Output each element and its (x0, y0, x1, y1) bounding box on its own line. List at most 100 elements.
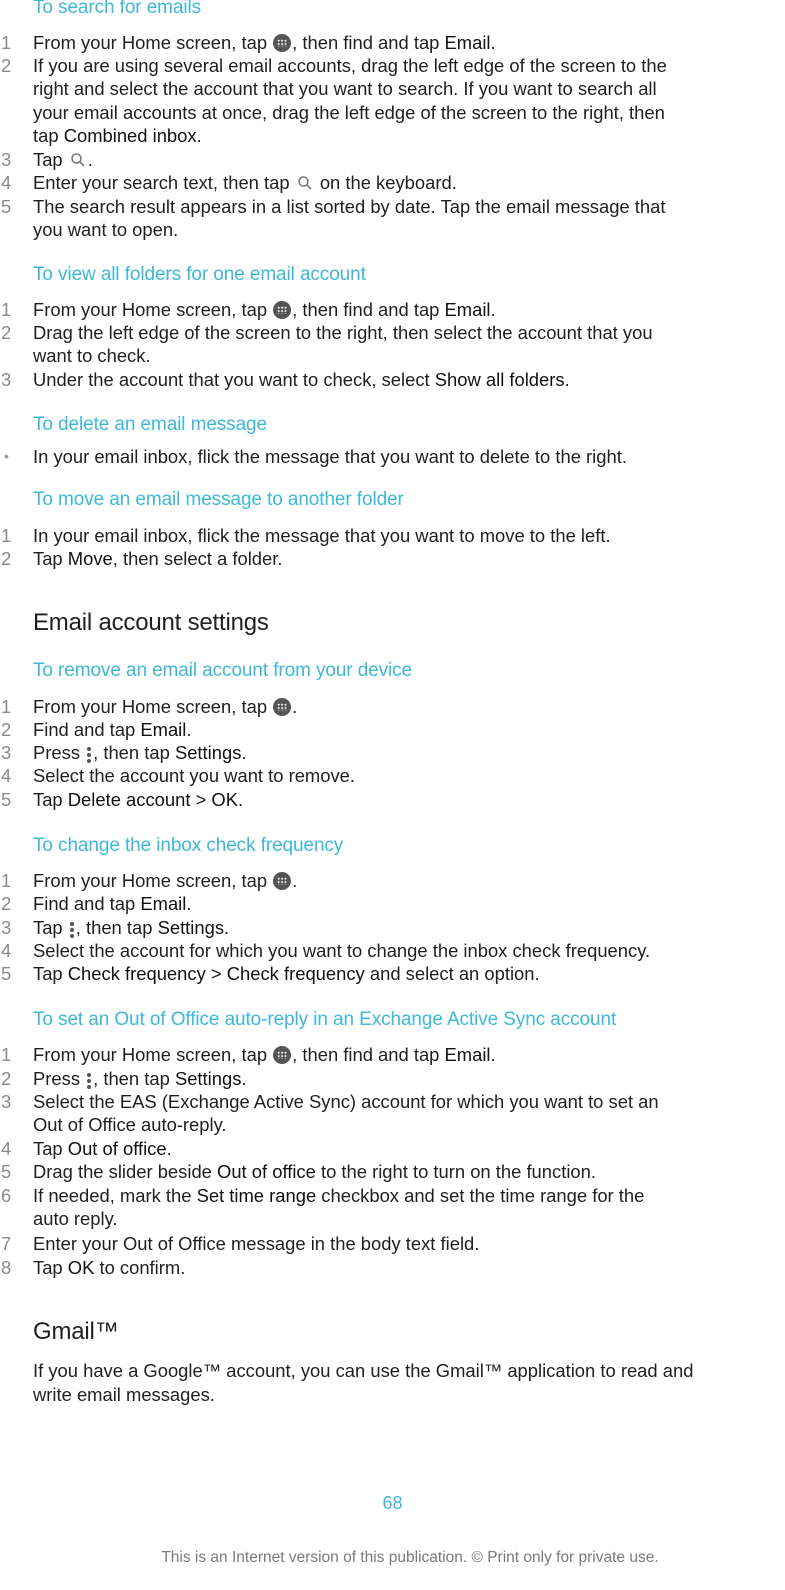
step-text: From your Home screen, tap . (33, 869, 778, 892)
text: Tap (33, 917, 68, 938)
text-line: right and select the account that you wa… (33, 78, 657, 100)
text: From your Home screen, tap (33, 870, 273, 891)
procedure-title-delete-message: To delete an email message (33, 414, 267, 435)
text: Find and tap (33, 719, 141, 740)
ui-term-email: Email (140, 893, 187, 914)
step-text: Tap Move, then select a folder. (33, 547, 778, 570)
text: Press (33, 742, 86, 763)
procedure-title-move-message: To move an email message to another fold… (33, 489, 404, 510)
text: Tap (33, 1257, 68, 1278)
step-number: 1 (1, 32, 12, 53)
text: . (564, 369, 570, 390)
ui-term-ok: OK (67, 1257, 95, 1278)
search-icon (71, 153, 85, 167)
step-number: 2 (1, 893, 12, 914)
text: . (292, 870, 298, 891)
text: . (224, 917, 230, 938)
ui-term-check-frequency: Check frequency (67, 963, 206, 984)
text-line: If you have a Google™ account, you can u… (33, 1360, 694, 1381)
ui-term-settings: Settings (174, 742, 242, 763)
text: , then find and tap (292, 1044, 445, 1065)
ui-term-settings: Settings (157, 917, 225, 938)
step-text: In your email inbox, flick the message t… (33, 446, 627, 467)
step-number: 1 (1, 696, 12, 717)
procedure-title-view-folders: To view all folders for one email accoun… (33, 264, 366, 285)
text: Press (33, 1068, 86, 1089)
step-text: Tap Check frequency > Check frequency an… (33, 962, 778, 985)
search-icon (297, 176, 312, 190)
text: , then tap (93, 742, 175, 763)
text: Enter your search text, then tap (33, 172, 295, 193)
step-number: 3 (1, 742, 12, 763)
step-text: From your Home screen, tap , then find a… (33, 1043, 778, 1066)
text: . (241, 1068, 247, 1089)
procedure-title-out-of-office: To set an Out of Office auto-reply in an… (33, 1009, 617, 1030)
step-number: 1 (1, 525, 12, 546)
step-number: 4 (1, 1138, 12, 1159)
overflow-menu-icon (86, 1071, 92, 1090)
ui-term-set-time-range: Set time range (196, 1185, 317, 1206)
text: . (196, 124, 202, 146)
text-line: write email messages. (33, 1383, 215, 1405)
text: > (205, 963, 227, 984)
step-text: Select the EAS (Exchange Active Sync) ac… (33, 1090, 778, 1137)
text-line: you want to open. (33, 219, 179, 241)
ui-term-settings: Settings (174, 1068, 242, 1089)
text: Find and tap (33, 893, 141, 914)
text: . (292, 696, 298, 717)
step-number: 5 (1, 1161, 12, 1182)
text: From your Home screen, tap (33, 299, 273, 320)
step-number: 7 (1, 1233, 12, 1254)
step-number: 4 (1, 765, 12, 786)
overflow-menu-icon (69, 920, 75, 939)
procedure-title-search-emails: To search for emails (33, 0, 202, 18)
ui-term-email: Email (444, 1044, 491, 1065)
text: . (241, 742, 247, 763)
text: Under the account that you want to check… (33, 369, 435, 390)
gmail-paragraph: If you have a Google™ account, you can u… (33, 1359, 783, 1406)
ui-term-move: Move (67, 548, 113, 569)
step-text: Select the account you want to remove. (33, 765, 356, 786)
step-text: From your Home screen, tap . (33, 695, 778, 718)
ui-term-email: Email (140, 719, 187, 740)
step-number: 5 (1, 196, 12, 217)
text: From your Home screen, tap (33, 1044, 273, 1065)
ui-term-ok: OK (211, 789, 238, 810)
ui-term-out-of-office: Out of office (217, 1161, 316, 1182)
step-number: 1 (1, 299, 12, 320)
text: . (490, 1044, 496, 1065)
text: , then tap (75, 917, 158, 938)
text-line: If needed, mark the Set time range check… (33, 1184, 778, 1207)
apps-grid-icon (273, 872, 292, 890)
step-text: Enter your search text, then tap on the … (33, 171, 778, 194)
text: , then select a folder. (112, 548, 283, 569)
step-number: 2 (1, 548, 12, 569)
step-number: 4 (1, 172, 12, 193)
text-line: Drag the left edge of the screen to the … (33, 322, 653, 343)
procedure-title-check-frequency: To change the inbox check frequency (33, 835, 344, 856)
ui-term-delete-account: Delete account (67, 789, 191, 810)
text-line: The search result appears in a list sort… (33, 196, 666, 217)
section-heading-email-account-settings: Email account settings (33, 609, 269, 636)
ui-term-email: Email (444, 299, 491, 320)
step-number: 1 (1, 1044, 12, 1065)
step-text: Drag the left edge of the screen to the … (33, 321, 778, 368)
footer-notice: This is an Internet version of this publ… (161, 1549, 659, 1566)
text-line: Select the EAS (Exchange Active Sync) ac… (33, 1091, 659, 1112)
text: , then find and tap (292, 299, 445, 320)
step-number: 2 (1, 719, 12, 740)
text: Tap (33, 548, 68, 569)
text: From your Home screen, tap (33, 696, 273, 717)
step-text: From your Home screen, tap , then find a… (33, 31, 778, 54)
step-number: 6 (1, 1185, 12, 1206)
text: . (87, 149, 93, 170)
text: From your Home screen, tap (33, 32, 273, 53)
step-text: Press , then tap Settings. (33, 741, 778, 764)
text: to confirm. (94, 1257, 186, 1278)
apps-grid-icon (273, 34, 292, 52)
step-number: 2 (1, 322, 12, 343)
text-line: tap Combined inbox. (33, 124, 778, 147)
step-text: Drag the slider beside Out of office to … (33, 1160, 778, 1183)
overflow-menu-icon (86, 745, 92, 764)
text-line: Out of Office auto-reply. (33, 1114, 227, 1136)
